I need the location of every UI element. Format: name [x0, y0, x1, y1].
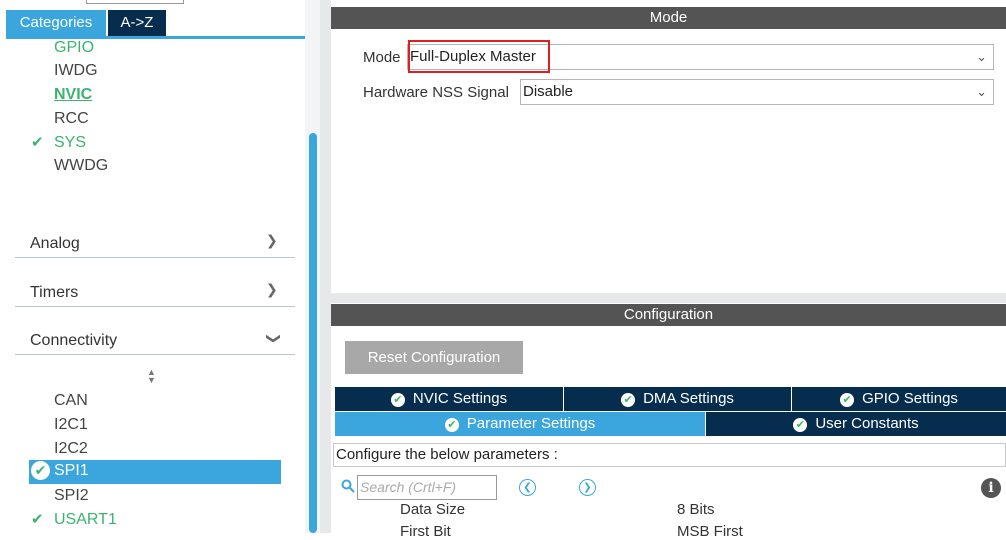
checkmark-icon: ✔: [31, 134, 44, 151]
mode-header: Mode: [331, 7, 1006, 29]
peripheral-i2c2[interactable]: I2C2: [54, 440, 88, 458]
separator: [15, 354, 295, 355]
tab-nvic-settings[interactable]: ✔ NVIC Settings: [335, 387, 563, 411]
separator: [15, 306, 295, 307]
check-circle-icon: ✔: [840, 393, 855, 407]
param-name-data-size: Data Size: [400, 501, 466, 518]
search-input[interactable]: Search (Crtl+F): [357, 475, 497, 500]
peripheral-wwdg[interactable]: WWDG: [54, 157, 108, 175]
reset-configuration-button[interactable]: Reset Configuration: [345, 341, 523, 374]
chevron-right-icon[interactable]: ❯: [266, 281, 278, 298]
scrollbar-thumb[interactable]: [309, 133, 317, 533]
tab-label: DMA Settings: [643, 390, 734, 407]
check-circle-icon: ✔: [31, 461, 50, 480]
left-panel: Categories A->Z GPIO IWDG NVIC RCC ✔ SYS…: [0, 0, 320, 533]
param-value-data-size[interactable]: 8 Bits: [677, 501, 715, 518]
configuration-header: Configuration: [331, 304, 1006, 326]
tab-a-to-z[interactable]: A->Z: [108, 10, 166, 36]
top-control-edge: [86, 0, 184, 4]
panel-splitter[interactable]: [320, 0, 331, 533]
peripheral-sys[interactable]: SYS: [54, 134, 86, 152]
peripheral-usart1[interactable]: USART1: [54, 511, 117, 529]
check-circle-icon: ✔: [444, 418, 459, 432]
tab-gpio-settings[interactable]: ✔ GPIO Settings: [792, 387, 1006, 411]
category-connectivity[interactable]: Connectivity: [30, 332, 117, 350]
nss-select[interactable]: Disable ⌄: [520, 79, 994, 105]
check-circle-icon: ✔: [793, 418, 808, 432]
mode-highlight-box: [408, 40, 550, 73]
nss-select-value: Disable: [523, 83, 574, 100]
tab-underline: [6, 36, 319, 39]
tab-categories[interactable]: Categories: [6, 10, 106, 36]
peripheral-i2c1[interactable]: I2C1: [54, 416, 88, 434]
info-icon[interactable]: i: [981, 478, 1001, 498]
sort-icon[interactable]: ▲ ▼: [147, 368, 156, 385]
peripheral-can[interactable]: CAN: [54, 392, 88, 410]
param-name-first-bit: First Bit: [400, 523, 451, 540]
chevron-down-icon[interactable]: ⌄: [976, 45, 987, 69]
tab-label: Parameter Settings: [466, 415, 596, 432]
peripheral-rcc[interactable]: RCC: [54, 110, 89, 128]
check-circle-icon: ✔: [390, 393, 405, 407]
chevron-down-icon[interactable]: ❯: [265, 333, 282, 345]
tab-user-constants[interactable]: ✔ User Constants: [706, 412, 1006, 436]
tab-label: User Constants: [815, 415, 919, 432]
separator: [15, 257, 295, 258]
check-circle-icon: ✔: [621, 393, 636, 407]
chevron-right-icon[interactable]: ❯: [266, 232, 278, 249]
peripheral-spi1[interactable]: SPI1: [54, 462, 89, 480]
configuration-description: Configure the below parameters :: [333, 443, 1006, 467]
nss-label: Hardware NSS Signal: [363, 84, 509, 101]
param-value-first-bit[interactable]: MSB First: [677, 523, 743, 540]
previous-result-button[interactable]: ❮: [519, 479, 536, 496]
mode-label: Mode: [363, 49, 401, 66]
checkmark-icon: ✔: [31, 511, 44, 528]
chevron-down-icon[interactable]: ⌄: [976, 80, 987, 104]
peripheral-gpio[interactable]: GPIO: [54, 39, 94, 57]
peripheral-iwdg[interactable]: IWDG: [54, 62, 98, 80]
tab-parameter-settings[interactable]: ✔ Parameter Settings: [335, 412, 705, 436]
section-gap: [331, 293, 1006, 303]
tab-dma-settings[interactable]: ✔ DMA Settings: [564, 387, 791, 411]
category-timers[interactable]: Timers: [30, 284, 78, 302]
tab-label: GPIO Settings: [862, 390, 958, 407]
category-analog[interactable]: Analog: [30, 235, 80, 253]
next-result-button[interactable]: ❯: [579, 479, 596, 496]
tab-label: NVIC Settings: [412, 390, 508, 407]
search-icon: [341, 479, 355, 493]
peripheral-spi2[interactable]: SPI2: [54, 487, 89, 505]
peripheral-nvic[interactable]: NVIC: [54, 86, 92, 104]
